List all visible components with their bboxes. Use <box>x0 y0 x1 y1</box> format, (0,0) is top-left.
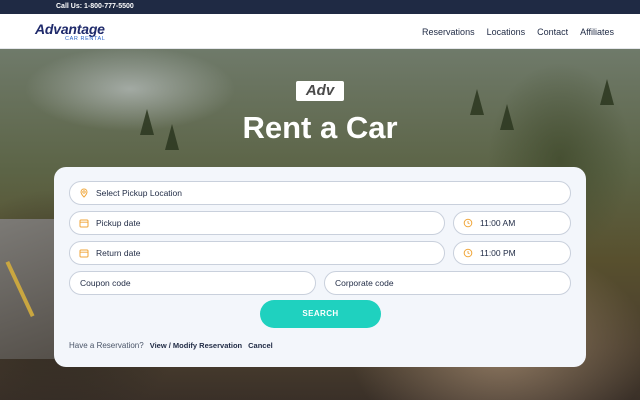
topbar: Call Us: 1-800-777-5500 <box>0 0 640 14</box>
hero-title: Rent a Car <box>242 110 398 145</box>
pickup-time-field[interactable]: 11:00 AM <box>453 211 571 235</box>
cancel-reservation-link[interactable]: Cancel <box>248 341 273 350</box>
calendar-icon <box>79 249 89 258</box>
nav-link-reservations[interactable]: Reservations <box>422 27 475 37</box>
coupon-code-field[interactable]: Coupon code <box>69 271 316 295</box>
logo[interactable]: Advantage CAR RENTAL <box>35 21 110 43</box>
hero-emblem-text: Adv <box>305 82 335 99</box>
reservation-row: Have a Reservation? View / Modify Reserv… <box>69 340 273 350</box>
corporate-code-text: Corporate code <box>335 278 394 288</box>
corporate-code-field[interactable]: Corporate code <box>324 271 571 295</box>
hero-emblem: Adv <box>296 81 344 101</box>
calendar-icon <box>79 219 89 228</box>
logo-subtitle: CAR RENTAL <box>65 36 106 42</box>
pickup-location-field[interactable]: Select Pickup Location <box>69 181 571 205</box>
return-time-field[interactable]: 11:00 PM <box>453 241 571 265</box>
return-date-text: Return date <box>96 248 141 258</box>
map-pin-icon <box>80 188 88 198</box>
pickup-time-text: 11:00 AM <box>480 218 516 228</box>
return-date-field[interactable]: Return date <box>69 241 445 265</box>
navbar: Advantage CAR RENTAL Reservations Locati… <box>0 14 640 49</box>
hero-tree <box>600 79 614 105</box>
return-time-text: 11:00 PM <box>480 248 516 258</box>
logo-word: Advantage <box>35 21 105 37</box>
clock-icon <box>463 218 473 228</box>
pickup-location-text: Select Pickup Location <box>96 188 182 198</box>
coupon-code-text: Coupon code <box>80 278 131 288</box>
pickup-date-field[interactable]: Pickup date <box>69 211 445 235</box>
have-reservation-label: Have a Reservation? <box>69 340 144 350</box>
clock-icon <box>463 248 473 258</box>
pickup-date-text: Pickup date <box>96 218 141 228</box>
hero-road <box>0 219 60 359</box>
nav-link-contact[interactable]: Contact <box>537 27 568 37</box>
nav-link-affiliates[interactable]: Affiliates <box>580 27 614 37</box>
nav-links: Reservations Locations Contact Affiliate… <box>422 14 614 49</box>
nav-link-locations[interactable]: Locations <box>487 27 526 37</box>
view-modify-reservation-link[interactable]: View / Modify Reservation <box>150 341 242 350</box>
call-us-text: Call Us: 1-800-777-5500 <box>56 3 134 10</box>
search-button[interactable]: SEARCH <box>260 300 381 328</box>
